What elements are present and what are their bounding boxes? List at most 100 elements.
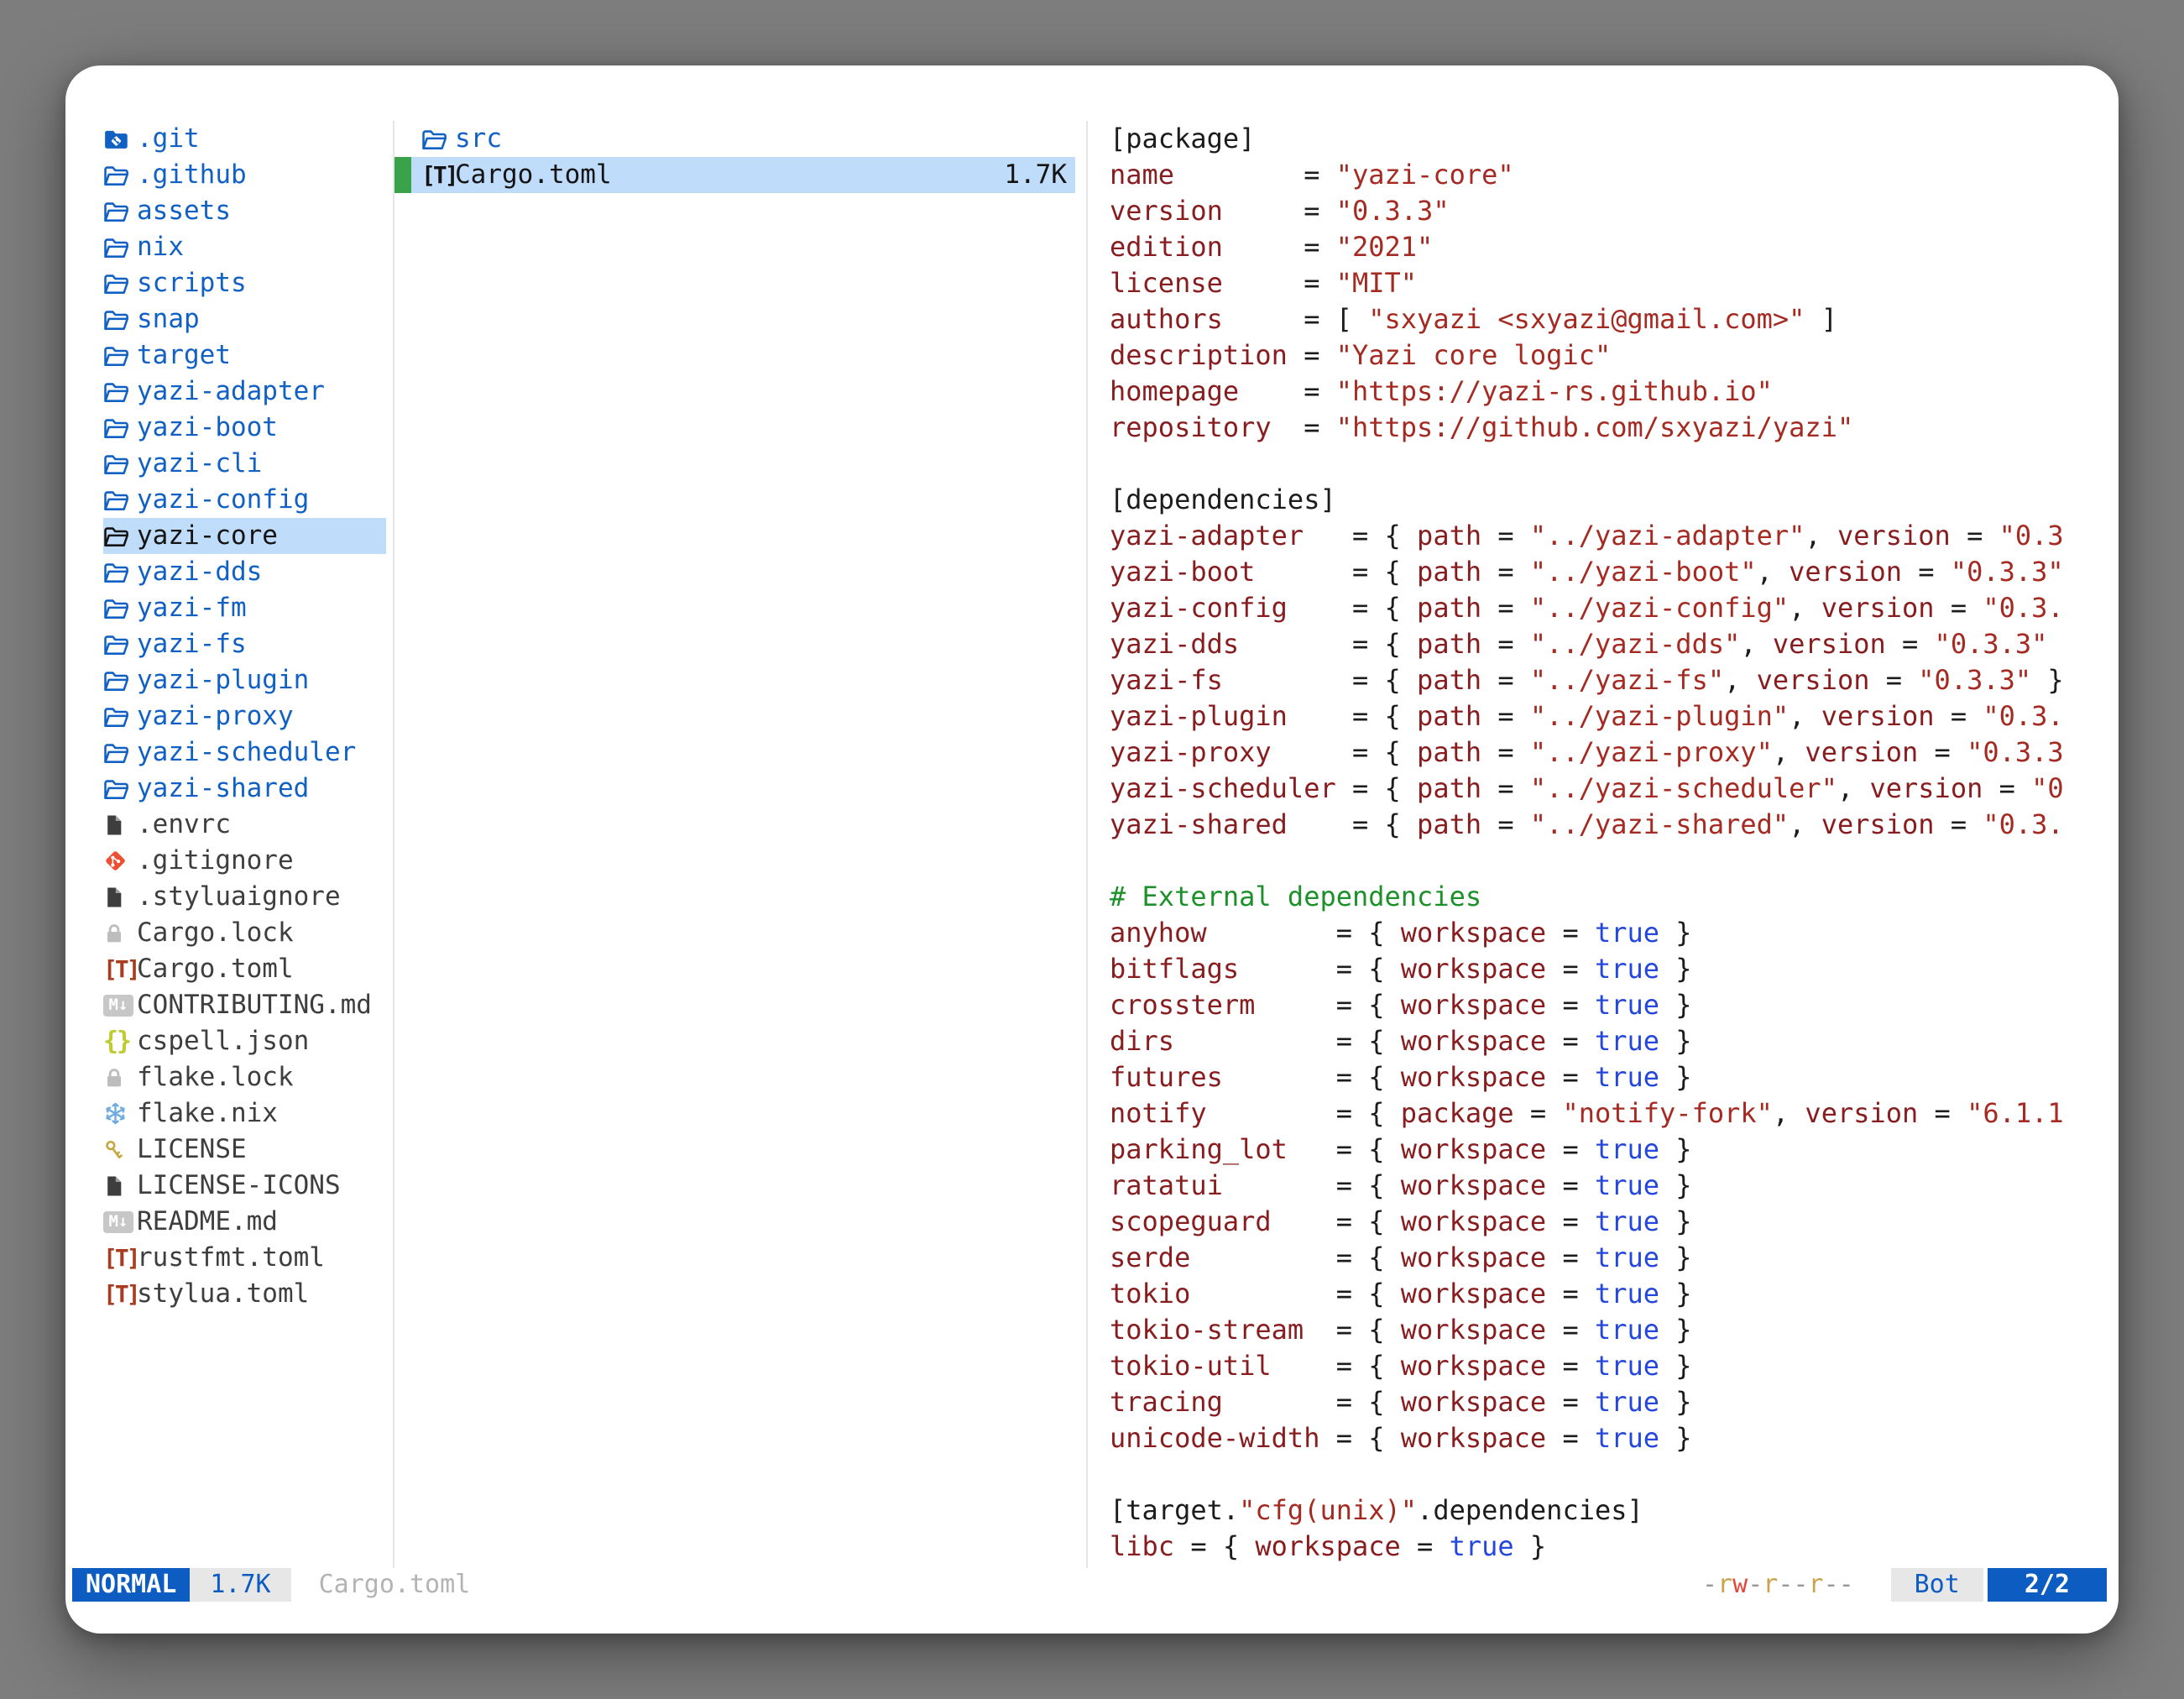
file-row-license[interactable]: LICENSE <box>103 1132 386 1168</box>
file-label: nix <box>137 229 184 265</box>
file-row-stylua.toml[interactable]: [T]stylua.toml <box>103 1276 386 1312</box>
dir-row-src[interactable]: src <box>394 121 1075 157</box>
file-label: snap <box>137 301 200 337</box>
folder-open-icon <box>103 236 137 259</box>
file-label: assets <box>137 193 231 229</box>
file-row-flake.lock[interactable]: flake.lock <box>103 1059 386 1095</box>
preview-line: authors = [ "sxyazi <sxyazi@gmail.com>" … <box>1110 301 2119 337</box>
dir-row-scripts[interactable]: scripts <box>103 265 386 301</box>
preview-line: tokio-util = { workspace = true } <box>1110 1348 2119 1384</box>
file-label: yazi-fs <box>137 626 247 662</box>
preview-line: [package] <box>1110 121 2119 157</box>
preview-line: unicode-width = { workspace = true } <box>1110 1420 2119 1456</box>
folder-open-icon <box>103 308 137 332</box>
file-size: 1.7K <box>1004 157 1075 193</box>
file-label: stylua.toml <box>137 1276 309 1312</box>
file-label: yazi-shared <box>137 771 309 807</box>
file-icon <box>103 1174 137 1198</box>
file-label: yazi-core <box>137 518 278 554</box>
preview-line: # External dependencies <box>1110 879 2119 915</box>
dir-row-assets[interactable]: assets <box>103 193 386 229</box>
mode-indicator: NORMAL <box>72 1568 190 1602</box>
folder-open-icon <box>103 164 137 187</box>
file-label: LICENSE-ICONS <box>137 1168 341 1204</box>
preview-line: libc = { workspace = true } <box>1110 1529 2119 1565</box>
folder-open-icon <box>103 705 137 729</box>
panes-container: .git.githubassetsnixscriptssnaptargetyaz… <box>65 65 2119 1568</box>
dir-row-yazi-config[interactable]: yazi-config <box>103 482 386 518</box>
file-row-flake.nix[interactable]: flake.nix <box>103 1095 386 1132</box>
folder-open-icon <box>103 380 137 404</box>
preview-line <box>1110 843 2119 879</box>
file-row-.styluaignore[interactable]: .styluaignore <box>103 879 386 915</box>
preview-line: yazi-plugin = { path = "../yazi-plugin",… <box>1110 698 2119 734</box>
dir-row-yazi-fs[interactable]: yazi-fs <box>103 626 386 662</box>
file-row-cargo.lock[interactable]: Cargo.lock <box>103 915 386 951</box>
file-row-.gitignore[interactable]: .gitignore <box>103 843 386 879</box>
file-label: src <box>455 121 502 157</box>
folder-open-icon <box>103 561 137 584</box>
file-label: CONTRIBUTING.md <box>137 987 372 1023</box>
lock-icon <box>103 1066 137 1090</box>
folder-open-icon <box>103 741 137 765</box>
dir-row-snap[interactable]: snap <box>103 301 386 337</box>
file-label: yazi-cli <box>137 446 262 482</box>
file-row-cspell.json[interactable]: {}cspell.json <box>103 1023 386 1059</box>
file-permissions: -rw-r--r-- <box>1702 1568 1854 1602</box>
file-label: flake.lock <box>137 1059 294 1095</box>
git-icon <box>103 849 137 873</box>
file-label: yazi-fm <box>137 590 247 626</box>
markdown-icon: M↓ <box>103 1211 137 1233</box>
dir-row-yazi-boot[interactable]: yazi-boot <box>103 410 386 446</box>
file-label: flake.nix <box>137 1095 278 1132</box>
file-row-.envrc[interactable]: .envrc <box>103 807 386 843</box>
file-row-rustfmt.toml[interactable]: [T]rustfmt.toml <box>103 1240 386 1276</box>
dir-row-yazi-proxy[interactable]: yazi-proxy <box>103 698 386 734</box>
preview-line: yazi-dds = { path = "../yazi-dds", versi… <box>1110 626 2119 662</box>
file-label: yazi-dds <box>137 554 262 590</box>
file-icon <box>103 886 137 909</box>
dir-row-yazi-scheduler[interactable]: yazi-scheduler <box>103 734 386 771</box>
dir-row-nix[interactable]: nix <box>103 229 386 265</box>
file-label: yazi-proxy <box>137 698 294 734</box>
toml-icon: [T] <box>103 1240 137 1276</box>
file-label: rustfmt.toml <box>137 1240 325 1276</box>
dir-row-yazi-adapter[interactable]: yazi-adapter <box>103 374 386 410</box>
lock-icon <box>103 922 137 945</box>
file-row-license-icons[interactable]: LICENSE-ICONS <box>103 1168 386 1204</box>
dir-row-yazi-cli[interactable]: yazi-cli <box>103 446 386 482</box>
dir-row-.github[interactable]: .github <box>103 157 386 193</box>
preview-line: license = "MIT" <box>1110 265 2119 301</box>
preview-line: yazi-proxy = { path = "../yazi-proxy", v… <box>1110 734 2119 771</box>
file-label: .git <box>137 121 200 157</box>
folder-open-icon <box>103 272 137 295</box>
file-label: .github <box>137 157 247 193</box>
dir-row-yazi-plugin[interactable]: yazi-plugin <box>103 662 386 698</box>
yazi-window: .git.githubassetsnixscriptssnaptargetyaz… <box>65 65 2119 1634</box>
file-row-contributing.md[interactable]: M↓CONTRIBUTING.md <box>103 987 386 1023</box>
folder-open-icon <box>103 669 137 693</box>
dir-row-.git[interactable]: .git <box>103 121 386 157</box>
file-label: .envrc <box>137 807 231 843</box>
folder-open-icon <box>103 452 137 476</box>
git-folder-icon <box>103 128 137 151</box>
dir-row-yazi-shared[interactable]: yazi-shared <box>103 771 386 807</box>
file-row-cargo.toml[interactable]: [T]Cargo.toml1.7K <box>394 157 1075 193</box>
file-label: .gitignore <box>137 843 294 879</box>
folder-open-icon <box>103 633 137 656</box>
dir-row-target[interactable]: target <box>103 337 386 374</box>
file-row-readme.md[interactable]: M↓README.md <box>103 1204 386 1240</box>
preview-line: tokio-stream = { workspace = true } <box>1110 1312 2119 1348</box>
dir-row-yazi-dds[interactable]: yazi-dds <box>103 554 386 590</box>
dir-row-yazi-core[interactable]: yazi-core <box>103 518 386 554</box>
preview-pane: [package]name = "yazi-core"version = "0.… <box>1088 121 2119 1568</box>
dir-row-yazi-fm[interactable]: yazi-fm <box>103 590 386 626</box>
preview-line: serde = { workspace = true } <box>1110 1240 2119 1276</box>
file-row-cargo.toml[interactable]: [T]Cargo.toml <box>103 951 386 987</box>
preview-line: yazi-scheduler = { path = "../yazi-sched… <box>1110 771 2119 807</box>
markdown-icon: M↓ <box>103 995 137 1017</box>
folder-open-icon <box>421 128 455 151</box>
preview-line: yazi-boot = { path = "../yazi-boot", ver… <box>1110 554 2119 590</box>
preview-line: scopeguard = { workspace = true } <box>1110 1204 2119 1240</box>
preview-line <box>1110 446 2119 482</box>
